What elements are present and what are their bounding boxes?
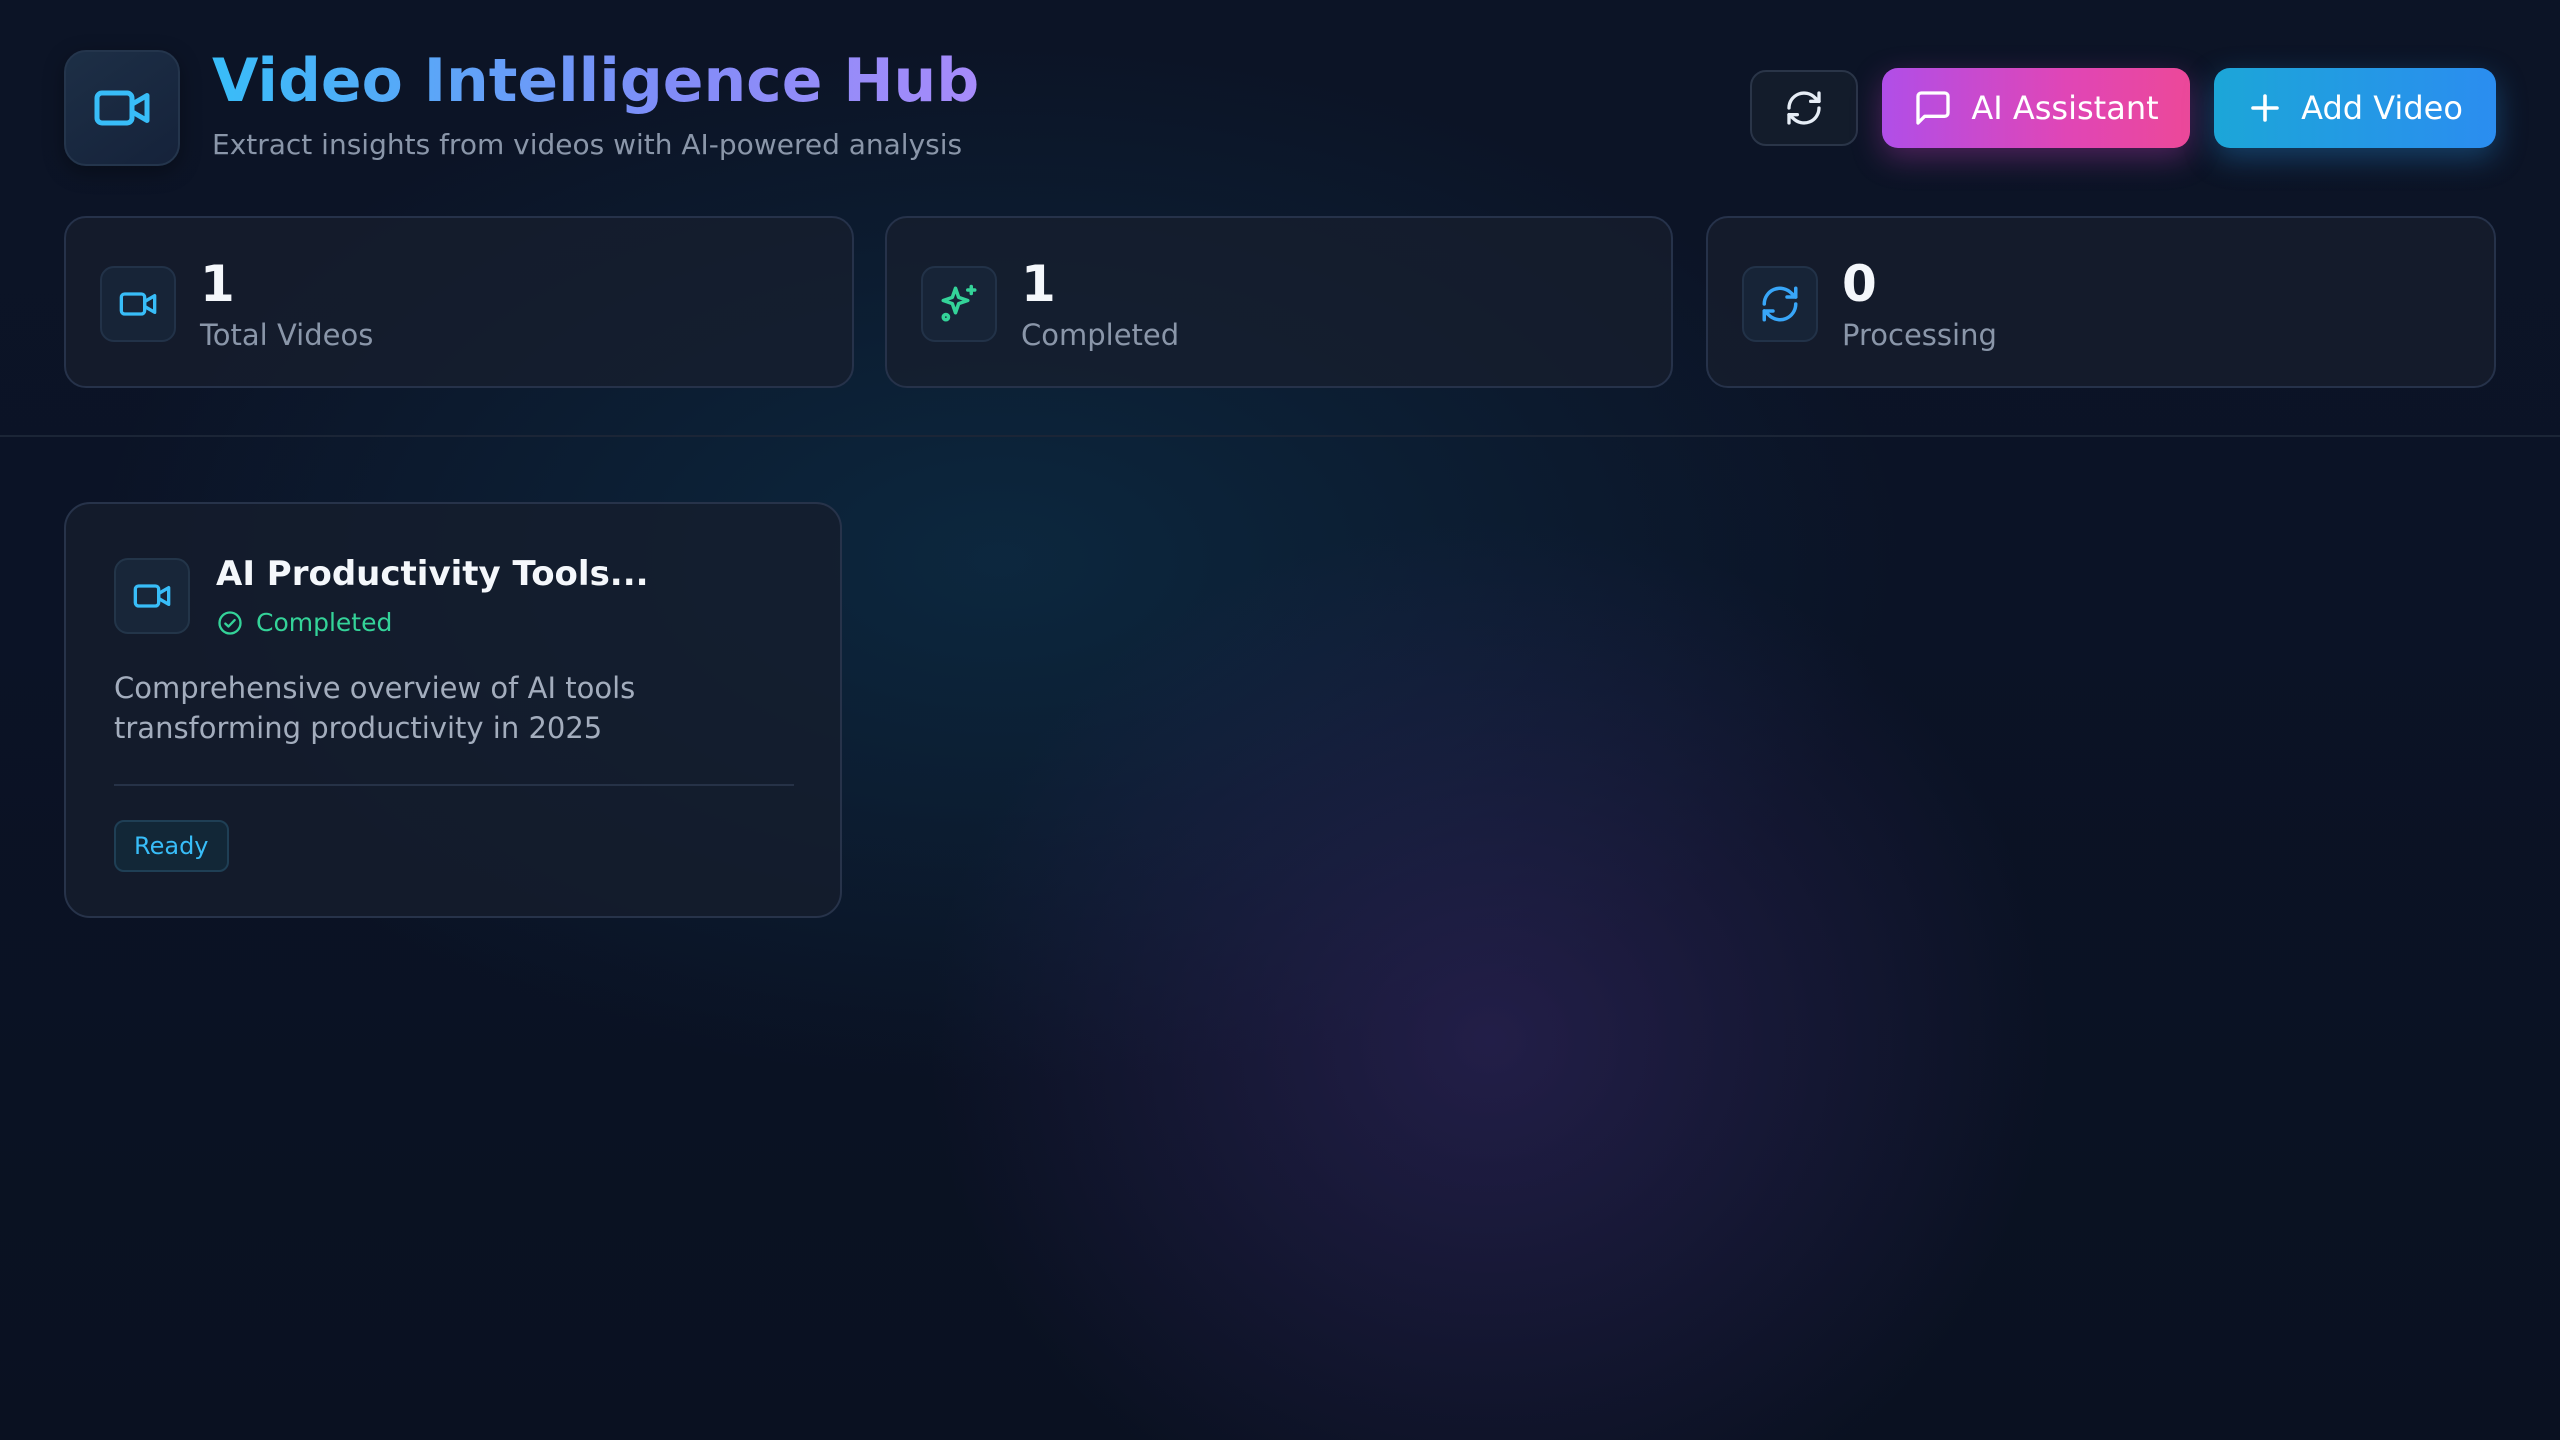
ai-assistant-button[interactable]: AI Assistant: [1882, 68, 2190, 148]
video-thumbnail: [114, 558, 190, 634]
page-title: Video Intelligence Hub: [212, 40, 979, 122]
stat-value: 1: [200, 255, 235, 313]
app-header: Video Intelligence Hub Extract insights …: [0, 0, 2560, 437]
video-status-label: Completed: [256, 608, 393, 637]
check-circle-icon: [218, 610, 242, 635]
stat-icon-box: [921, 266, 997, 342]
page-subtitle: Extract insights from videos with AI-pow…: [212, 128, 963, 161]
video-title[interactable]: AI Productivity Tools...: [216, 554, 649, 594]
stat-icon-box: [1742, 266, 1818, 342]
stat-label: Completed: [1021, 318, 1180, 352]
stat-card-total-videos: 1 Total Videos: [64, 216, 854, 388]
video-camera-icon: [119, 292, 157, 316]
refresh-button[interactable]: [1750, 70, 1858, 146]
video-description: Comprehensive overview of AI tools trans…: [114, 671, 636, 745]
refresh-icon: [1762, 286, 1798, 322]
plus-icon: [2251, 94, 2279, 122]
chat-bubble-icon: [1916, 91, 1951, 125]
stat-icon-box: [100, 266, 176, 342]
add-video-label: Add Video: [2301, 89, 2463, 127]
stat-label: Total Videos: [200, 318, 374, 352]
stat-label: Processing: [1842, 318, 1997, 352]
stat-card-processing: 0 Processing: [1706, 216, 2496, 388]
refresh-icon: [1787, 91, 1821, 125]
add-video-button[interactable]: Add Video: [2214, 68, 2496, 148]
stat-card-completed: 1 Completed: [885, 216, 1673, 388]
video-camera-icon: [94, 90, 150, 126]
video-status: Completed: [216, 608, 392, 637]
status-badge: Ready: [114, 820, 229, 872]
ai-assistant-label: AI Assistant: [1971, 89, 2159, 127]
divider: [114, 784, 794, 786]
stat-value: 0: [1842, 255, 1877, 313]
video-camera-icon: [133, 584, 171, 608]
stat-value: 1: [1021, 255, 1056, 313]
app-logo: [64, 50, 180, 166]
video-card[interactable]: AI Productivity Tools... Completed Compr…: [64, 502, 842, 918]
sparkles-icon: [941, 284, 977, 322]
